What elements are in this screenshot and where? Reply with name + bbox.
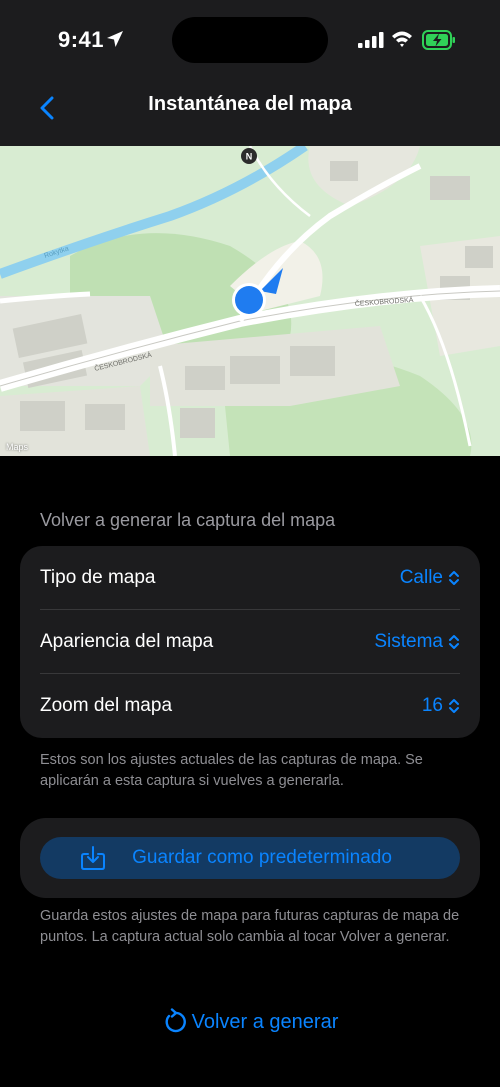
map-appearance-label: Apariencia del mapa <box>40 631 214 652</box>
compass-icon: N <box>241 148 257 164</box>
map-zoom-value: 16 <box>421 695 443 716</box>
section-header: Volver a generar la captura del mapa <box>40 510 336 530</box>
map-type-value: Calle <box>399 567 443 588</box>
dynamic-island <box>172 17 328 63</box>
status-bar: 9:41 <box>0 0 500 80</box>
chevron-up-down-icon <box>449 635 459 649</box>
map-appearance-row[interactable]: Apariencia del mapa Sistema <box>20 610 480 674</box>
page-title: Instantánea del mapa <box>148 93 352 115</box>
chevron-up-down-icon <box>449 571 459 585</box>
svg-text:N: N <box>246 152 253 162</box>
regenerate-button[interactable]: Volver a generar <box>0 1006 500 1038</box>
download-tray-icon <box>80 845 106 876</box>
cellular-signal-icon <box>358 32 384 53</box>
maps-attribution: Maps <box>6 442 29 452</box>
map-zoom-row[interactable]: Zoom del mapa 16 <box>20 674 480 738</box>
screen: 9:41 Instantánea del mapa ČESKOBRODSKÁ Č… <box>0 0 500 1087</box>
map-type-label: Tipo de mapa <box>40 567 156 588</box>
navigation-bar: Instantánea del mapa <box>0 80 500 146</box>
regenerate-label: Volver a generar <box>191 1010 339 1033</box>
save-as-default-button[interactable]: Guardar como predeterminado <box>40 837 460 879</box>
settings-footnote: Estos son los ajustes actuales de las ca… <box>40 752 423 789</box>
map-appearance-value: Sistema <box>374 631 443 652</box>
map-type-row[interactable]: Tipo de mapa Calle <box>20 546 480 610</box>
settings-card: Tipo de mapa Calle Apariencia del mapa S… <box>20 546 480 738</box>
status-time: 9:41 <box>58 27 105 52</box>
battery-charging-icon <box>422 30 456 55</box>
location-arrow-icon <box>106 30 124 53</box>
map-appearance-picker[interactable]: Sistema <box>374 631 460 653</box>
map-zoom-label: Zoom del mapa <box>40 695 173 716</box>
refresh-icon <box>165 1008 186 1033</box>
wifi-icon <box>391 30 413 53</box>
save-as-default-label: Guardar como predeterminado <box>132 847 392 868</box>
save-default-card: Guardar como predeterminado <box>20 818 480 898</box>
save-footnote: Guarda estos ajustes de mapa para futura… <box>40 908 460 945</box>
map-zoom-picker[interactable]: 16 <box>422 695 460 717</box>
map-snapshot[interactable]: ČESKOBRODSKÁ ČESKOBRODSKÁ Rokytka N Maps <box>0 146 500 456</box>
map-type-picker[interactable]: Calle <box>400 567 460 589</box>
chevron-up-down-icon <box>449 699 459 713</box>
